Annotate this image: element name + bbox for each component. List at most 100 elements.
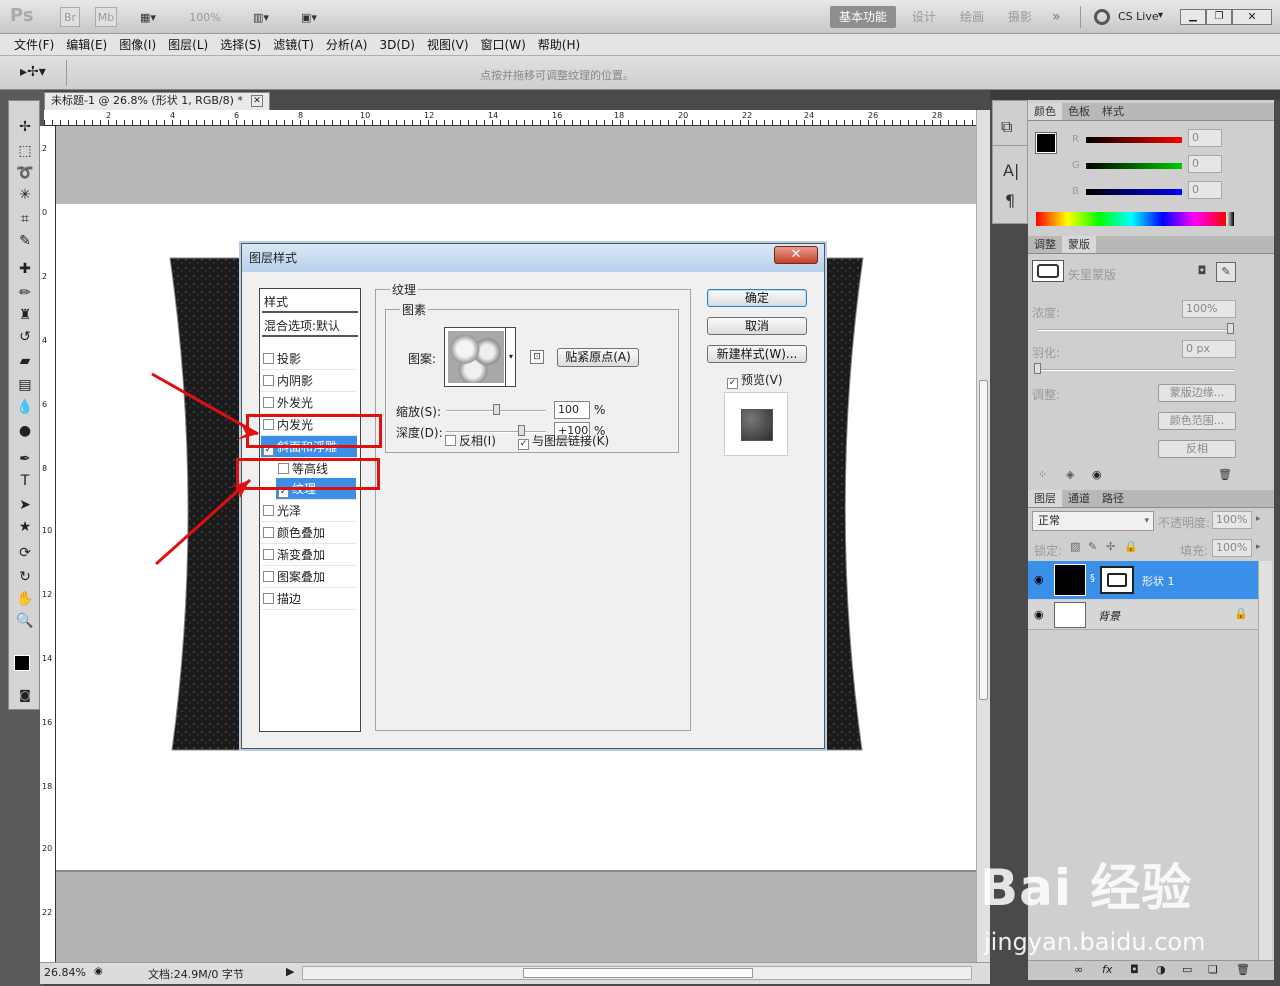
- density-slider-thumb[interactable]: [1227, 323, 1234, 334]
- vector-mask-icon[interactable]: ✎: [1216, 262, 1236, 282]
- layer-name[interactable]: 形状 1: [1142, 573, 1175, 589]
- fx-icon[interactable]: fx: [1102, 963, 1112, 976]
- new-group-icon[interactable]: ▭: [1182, 963, 1192, 976]
- close-document-icon[interactable]: ✕: [251, 95, 263, 107]
- opacity-input[interactable]: 100%: [1212, 511, 1252, 529]
- blur-tool-icon[interactable]: 💧: [13, 397, 37, 417]
- green-slider[interactable]: [1086, 163, 1182, 169]
- tab-paths[interactable]: 路径: [1096, 490, 1130, 507]
- shape-tool-icon[interactable]: ★: [13, 517, 37, 537]
- blue-input[interactable]: 0: [1188, 181, 1222, 199]
- menu-image[interactable]: 图像(I): [113, 36, 162, 53]
- screen-mode-icon[interactable]: ▣▾: [292, 7, 326, 27]
- vertical-scrollbar[interactable]: [976, 110, 990, 964]
- red-slider[interactable]: [1086, 137, 1182, 143]
- tab-adjustments[interactable]: 调整: [1028, 236, 1062, 253]
- minimize-button[interactable]: ▁: [1180, 9, 1206, 25]
- menu-window[interactable]: 窗口(W): [475, 36, 532, 53]
- load-selection-icon[interactable]: ⁘: [1038, 468, 1047, 481]
- view-extras-icon[interactable]: ▦▾: [132, 7, 164, 27]
- lock-transparency-icon[interactable]: ▨: [1070, 540, 1080, 553]
- menu-layer[interactable]: 图层(L): [162, 36, 214, 53]
- status-zoom[interactable]: 26.84%: [44, 966, 86, 979]
- lock-all-icon[interactable]: 🔒: [1124, 540, 1138, 553]
- scrollbar-thumb[interactable]: [979, 380, 988, 700]
- density-slider[interactable]: [1038, 329, 1234, 331]
- history-panel-icon[interactable]: ⧉: [1001, 117, 1012, 137]
- ok-button[interactable]: 确定: [707, 289, 807, 307]
- style-item[interactable]: 光泽: [261, 500, 357, 522]
- paragraph-panel-icon[interactable]: ¶: [1005, 191, 1015, 210]
- restore-button[interactable]: ❐: [1206, 9, 1232, 25]
- link-with-layer-option[interactable]: ✓ 与图层链接(K): [518, 432, 609, 450]
- workspace-painting[interactable]: 绘画: [952, 6, 992, 28]
- color-range-button[interactable]: 颜色范围...: [1158, 412, 1236, 430]
- crop-tool-icon[interactable]: ⌗: [13, 209, 37, 229]
- color-panel-foreground[interactable]: [1035, 132, 1057, 154]
- link-with-layer-checkbox[interactable]: ✓: [518, 439, 529, 450]
- quick-mask-icon[interactable]: ◙: [13, 685, 37, 705]
- layer-row-background[interactable]: ◉ 背景 🔒: [1028, 600, 1258, 630]
- feather-slider[interactable]: [1038, 369, 1234, 371]
- color-spectrum-bar[interactable]: [1036, 212, 1234, 226]
- eyedropper-tool-icon[interactable]: ✎: [13, 231, 37, 251]
- clone-stamp-icon[interactable]: ♜: [13, 305, 37, 325]
- tab-styles[interactable]: 样式: [1096, 103, 1130, 120]
- 3d-orbit-tool-icon[interactable]: ↻: [13, 567, 37, 587]
- tab-channels[interactable]: 通道: [1062, 490, 1096, 507]
- tab-swatches[interactable]: 色板: [1062, 103, 1096, 120]
- more-workspaces-icon[interactable]: »: [1044, 6, 1069, 28]
- hand-tool-icon[interactable]: ✋: [13, 589, 37, 609]
- character-panel-icon[interactable]: A|: [1003, 161, 1019, 180]
- scrollbar-thumb[interactable]: [523, 968, 753, 978]
- style-item[interactable]: 外发光: [261, 392, 357, 414]
- fill-arrow-icon[interactable]: ▸: [1256, 542, 1261, 552]
- mini-bridge-icon[interactable]: Mb: [95, 7, 117, 27]
- feather-slider-thumb[interactable]: [1034, 363, 1041, 374]
- menu-help[interactable]: 帮助(H): [532, 36, 586, 53]
- invert-mask-button[interactable]: 反相: [1158, 440, 1236, 458]
- layer-row-shape1[interactable]: ◉ § 形状 1: [1028, 561, 1258, 599]
- workspace-photography[interactable]: 摄影: [1000, 6, 1040, 28]
- path-select-tool-icon[interactable]: ➤: [13, 495, 37, 515]
- layers-scrollbar[interactable]: [1258, 561, 1272, 961]
- arrange-documents-icon[interactable]: ▥▾: [244, 7, 278, 27]
- menu-3d[interactable]: 3D(D): [373, 38, 420, 52]
- density-input[interactable]: 100%: [1182, 300, 1236, 318]
- new-layer-icon[interactable]: ❏: [1208, 963, 1218, 976]
- style-item[interactable]: 颜色叠加: [261, 522, 357, 544]
- menu-analysis[interactable]: 分析(A): [320, 36, 374, 53]
- cancel-button[interactable]: 取消: [707, 317, 807, 335]
- lock-position-icon[interactable]: ✢: [1106, 540, 1115, 553]
- 3d-rotate-tool-icon[interactable]: ⟳: [13, 543, 37, 563]
- chevron-down-icon[interactable]: ▾: [505, 328, 516, 386]
- move-tool-icon[interactable]: ✢: [13, 117, 37, 137]
- preview-checkbox[interactable]: ✓: [727, 378, 738, 389]
- chevron-down-icon[interactable]: ▾: [1158, 10, 1163, 21]
- pixel-mask-icon[interactable]: ◘: [1194, 264, 1210, 280]
- history-brush-icon[interactable]: ↺: [13, 327, 37, 347]
- menu-view[interactable]: 视图(V): [421, 36, 475, 53]
- delete-mask-icon[interactable]: 🗑: [1218, 468, 1232, 481]
- scale-input[interactable]: 100: [554, 401, 590, 419]
- move-tool-preset-icon[interactable]: ▸✢▾: [20, 64, 46, 80]
- adjustment-layer-icon[interactable]: ◑: [1156, 963, 1166, 976]
- invert-option[interactable]: 反相(I): [445, 432, 496, 449]
- blending-options-item[interactable]: 混合选项:默认: [262, 315, 358, 337]
- zoom-tool-icon[interactable]: 🔍: [13, 611, 37, 631]
- feather-input[interactable]: 0 px: [1182, 340, 1236, 358]
- workspace-essentials[interactable]: 基本功能: [830, 6, 896, 28]
- status-menu-arrow-icon[interactable]: ▶: [286, 965, 294, 978]
- cs-live-button[interactable]: CS Live: [1118, 10, 1159, 23]
- lock-pixels-icon[interactable]: ✎: [1088, 540, 1097, 553]
- layer-visibility-eye-icon[interactable]: ◉: [1034, 608, 1044, 621]
- tab-masks[interactable]: 蒙版: [1062, 236, 1096, 253]
- layer-visibility-eye-icon[interactable]: ◉: [1034, 573, 1044, 586]
- tab-layers[interactable]: 图层: [1028, 490, 1062, 507]
- style-list-header[interactable]: 样式: [262, 291, 358, 313]
- type-tool-icon[interactable]: T: [13, 471, 37, 491]
- menu-filter[interactable]: 滤镜(T): [267, 36, 320, 53]
- delete-layer-icon[interactable]: 🗑: [1236, 963, 1250, 976]
- tab-color[interactable]: 颜色: [1028, 103, 1062, 120]
- status-icon[interactable]: ◉: [94, 966, 103, 977]
